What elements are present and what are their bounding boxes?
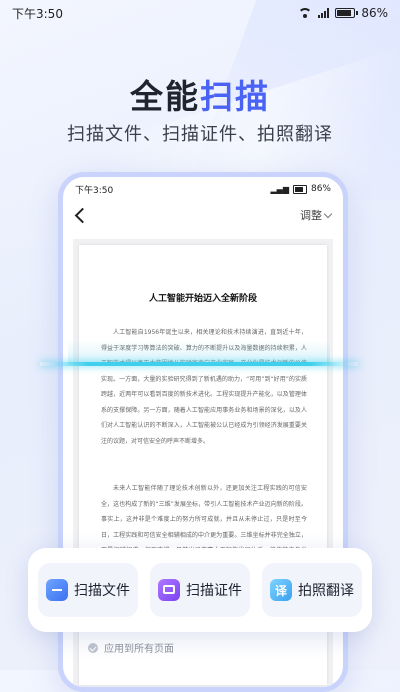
document-scan-icon bbox=[46, 579, 68, 601]
translate-icon: 译 bbox=[270, 579, 292, 601]
wifi-icon bbox=[298, 8, 313, 18]
photo-translate-label: 拍照翻译 bbox=[298, 583, 354, 599]
scan-id-label: 扫描证件 bbox=[186, 583, 242, 599]
status-time: 下午3:50 bbox=[12, 6, 63, 21]
scan-glow bbox=[68, 340, 330, 364]
back-arrow-icon[interactable] bbox=[74, 207, 91, 223]
chevron-down-icon bbox=[323, 209, 333, 218]
adjust-button[interactable]: 调整 bbox=[300, 207, 333, 223]
status-bar: 下午3:50 86% bbox=[0, 0, 400, 26]
phone-status-bar: 下午3:50 ▂▄▆ 86% bbox=[63, 177, 343, 201]
apply-all-label: 应用到所有页面 bbox=[104, 644, 174, 655]
check-circle-icon bbox=[88, 642, 98, 653]
phone-nav-bar: 调整 bbox=[63, 201, 343, 229]
battery-percent: 86% bbox=[361, 6, 388, 20]
phone-battery-percent: 86% bbox=[310, 184, 331, 194]
signal-icon bbox=[318, 8, 330, 18]
id-card-scan-icon bbox=[158, 579, 180, 601]
scan-id-button[interactable]: 扫描证件 bbox=[150, 563, 250, 617]
scan-document-button[interactable]: 扫描文件 bbox=[38, 563, 138, 617]
hero-title-accent: 扫描 bbox=[200, 77, 270, 116]
translate-glyph: 译 bbox=[274, 584, 287, 598]
document-title: 人工智能开始迈入全新阶段 bbox=[148, 294, 257, 304]
scan-document-label: 扫描文件 bbox=[74, 583, 130, 599]
photo-translate-button[interactable]: 译 拍照翻译 bbox=[262, 563, 362, 617]
hero-subtitle: 扫描文件、扫描证件、拍照翻译 bbox=[67, 124, 333, 145]
apply-all-option[interactable]: 应用到所有页面 bbox=[88, 640, 174, 655]
hero-title: 全能扫描 bbox=[0, 70, 400, 118]
phone-status-icons: ▂▄▆ 86% bbox=[271, 184, 331, 194]
phone-battery-icon bbox=[292, 184, 307, 194]
hero-title-main: 全能 bbox=[130, 77, 200, 116]
phone-signal-icon: ▂▄▆ bbox=[270, 184, 289, 194]
feature-panel: 扫描文件 扫描证件 译 拍照翻译 bbox=[28, 548, 372, 632]
scan-line bbox=[40, 362, 358, 366]
phone-status-time: 下午3:50 bbox=[75, 185, 114, 196]
status-icons: 86% bbox=[298, 6, 388, 20]
adjust-label: 调整 bbox=[300, 209, 322, 222]
battery-icon bbox=[335, 8, 359, 18]
